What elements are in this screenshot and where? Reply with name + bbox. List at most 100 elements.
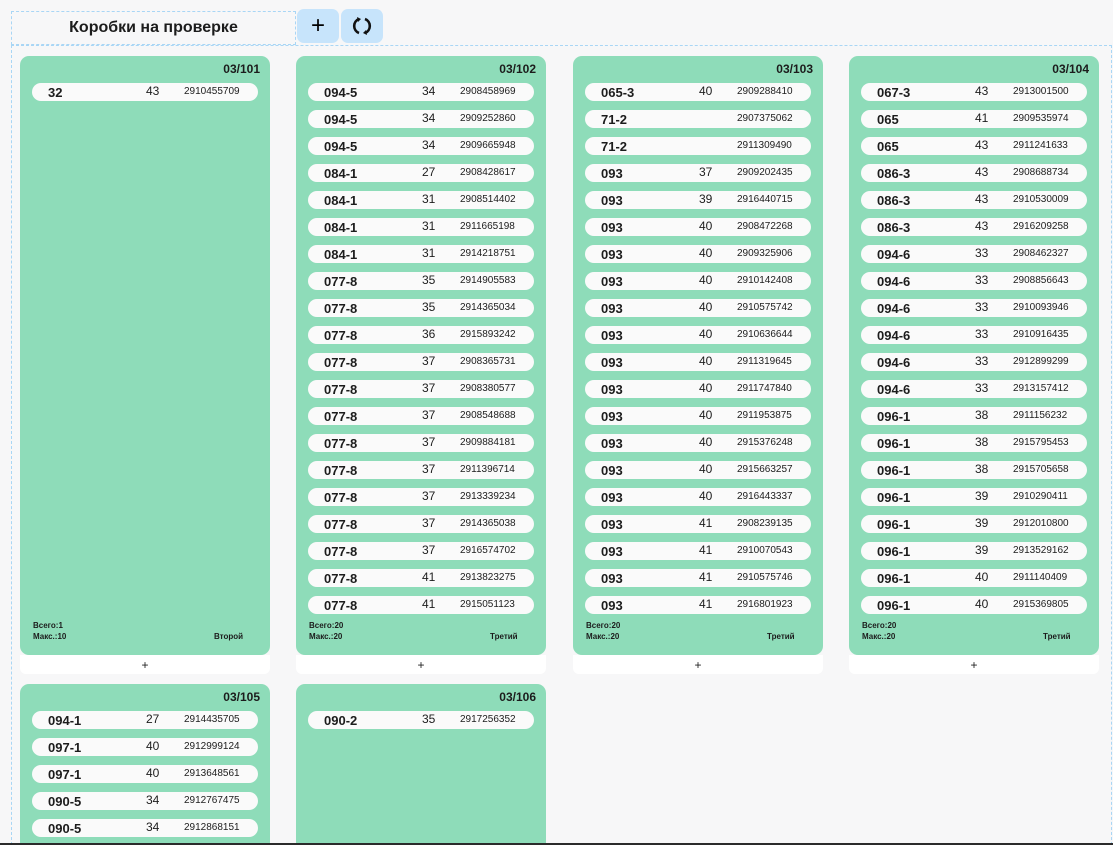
box-item[interactable]: 093 40 2910636644 (585, 326, 811, 344)
box-item[interactable]: 084-1 31 2911665198 (308, 218, 534, 236)
box-item[interactable]: 094-6 33 2908856643 (861, 272, 1087, 290)
item-article: 094-6 (877, 247, 911, 262)
box-item[interactable]: 077-8 37 2908365731 (308, 353, 534, 371)
item-barcode: 2910636644 (737, 329, 793, 340)
box-item[interactable]: 096-1 38 2915795453 (861, 434, 1087, 452)
box-item[interactable]: 084-1 31 2908514402 (308, 191, 534, 209)
box-item[interactable]: 086-3 43 2910530009 (861, 191, 1087, 209)
box-item[interactable]: 093 40 2915663257 (585, 461, 811, 479)
box-item[interactable]: 093 40 2910575742 (585, 299, 811, 317)
box-item[interactable]: 093 40 2911747840 (585, 380, 811, 398)
box-card: 03/103 065-3 40 2909288410 71-2 2907375062 71-… (573, 56, 823, 655)
box-item[interactable]: 096-1 39 2910290411 (861, 488, 1087, 506)
box-item[interactable]: 077-8 36 2915893242 (308, 326, 534, 344)
item-barcode: 2915663257 (737, 464, 793, 475)
item-size: 38 (975, 435, 989, 449)
box-item[interactable]: 090-2 35 2917256352 (308, 711, 534, 729)
box-item[interactable]: 71-2 2911309490 (585, 137, 811, 155)
box-item[interactable]: 077-8 35 2914905583 (308, 272, 534, 290)
box-item[interactable]: 065 43 2911241633 (861, 137, 1087, 155)
box-item[interactable]: 093 41 2910575746 (585, 569, 811, 587)
box-item[interactable]: 096-1 38 2911156232 (861, 407, 1087, 425)
box-item[interactable]: 086-3 43 2908688734 (861, 164, 1087, 182)
box-item[interactable]: 086-3 43 2916209258 (861, 218, 1087, 236)
box-item[interactable]: 077-8 37 2908548688 (308, 407, 534, 425)
box-item[interactable]: 096-1 40 2911140409 (861, 569, 1087, 587)
box-item[interactable]: 093 41 2910070543 (585, 542, 811, 560)
box-item[interactable]: 093 41 2916801923 (585, 596, 811, 614)
add-item-button[interactable]: + (573, 655, 823, 674)
box-stats: Всего:20 Макс.:20 (309, 620, 343, 642)
add-item-button[interactable]: + (20, 655, 270, 674)
box-item[interactable]: 077-8 41 2913823275 (308, 569, 534, 587)
box-item[interactable]: 093 40 2908472268 (585, 218, 811, 236)
box-item[interactable]: 093 40 2911953875 (585, 407, 811, 425)
add-box-button[interactable]: + (297, 9, 339, 43)
item-barcode: 2909535974 (1013, 113, 1069, 124)
box-item[interactable]: 077-8 37 2909884181 (308, 434, 534, 452)
box-item[interactable]: 094-6 33 2910916435 (861, 326, 1087, 344)
box-item[interactable]: 094-6 33 2910093946 (861, 299, 1087, 317)
box-item[interactable]: 32 43 2910455709 (32, 83, 258, 101)
item-barcode: 2916443337 (737, 491, 793, 502)
box-item[interactable]: 093 40 2910142408 (585, 272, 811, 290)
box-item[interactable]: 077-8 37 2913339234 (308, 488, 534, 506)
box-item[interactable]: 093 40 2911319645 (585, 353, 811, 371)
box-item[interactable]: 094-5 34 2908458969 (308, 83, 534, 101)
box-item[interactable]: 097-1 40 2912999124 (32, 738, 258, 756)
box-item[interactable]: 065 41 2909535974 (861, 110, 1087, 128)
item-barcode: 2916574702 (460, 545, 516, 556)
item-article: 077-8 (324, 274, 358, 289)
box-card: 03/105 094-1 27 2914435705 097-1 40 2912999124… (20, 684, 270, 845)
box-item[interactable]: 71-2 2907375062 (585, 110, 811, 128)
box-item[interactable]: 065-3 40 2909288410 (585, 83, 811, 101)
box-item[interactable]: 094-5 34 2909252860 (308, 110, 534, 128)
box-item[interactable]: 077-8 35 2914365034 (308, 299, 534, 317)
item-size: 40 (699, 246, 713, 260)
box-item[interactable]: 077-8 37 2908380577 (308, 380, 534, 398)
box-item[interactable]: 096-1 40 2915369805 (861, 596, 1087, 614)
box-item[interactable]: 093 37 2909202435 (585, 164, 811, 182)
item-size: 40 (146, 766, 160, 780)
item-barcode: 2908428617 (460, 167, 516, 178)
item-size: 40 (699, 273, 713, 287)
box-item[interactable]: 097-1 40 2913648561 (32, 765, 258, 783)
total-label: Всего: (309, 621, 335, 630)
box-item[interactable]: 077-8 37 2916574702 (308, 542, 534, 560)
max-label: Макс.: (33, 632, 58, 641)
box-item[interactable]: 084-1 27 2908428617 (308, 164, 534, 182)
box-item[interactable]: 094-6 33 2913157412 (861, 380, 1087, 398)
box-item[interactable]: 090-5 34 2912868151 (32, 819, 258, 837)
item-size: 34 (422, 84, 436, 98)
box-item[interactable]: 094-6 33 2908462327 (861, 245, 1087, 263)
item-size: 34 (146, 820, 160, 834)
item-size: 37 (422, 408, 436, 422)
refresh-button[interactable] (341, 9, 383, 43)
box-item[interactable]: 093 39 2916440715 (585, 191, 811, 209)
item-article: 096-1 (877, 517, 911, 532)
box-item[interactable]: 084-1 31 2914218751 (308, 245, 534, 263)
item-article: 094-6 (877, 274, 911, 289)
box-item[interactable]: 094-1 27 2914435705 (32, 711, 258, 729)
item-article: 077-8 (324, 409, 358, 424)
box-item[interactable]: 096-1 39 2913529162 (861, 542, 1087, 560)
box-item[interactable]: 096-1 38 2915705658 (861, 461, 1087, 479)
box-item[interactable]: 093 40 2916443337 (585, 488, 811, 506)
box-item[interactable]: 094-6 33 2912899299 (861, 353, 1087, 371)
box-item[interactable]: 093 40 2909325906 (585, 245, 811, 263)
item-size: 37 (422, 543, 436, 557)
box-item[interactable]: 077-8 41 2915051123 (308, 596, 534, 614)
box-item[interactable]: 077-8 37 2914365038 (308, 515, 534, 533)
box-item[interactable]: 090-5 34 2912767475 (32, 792, 258, 810)
add-item-button[interactable]: + (296, 655, 546, 674)
box-item[interactable]: 094-5 34 2909665948 (308, 137, 534, 155)
box-item[interactable]: 067-3 43 2913001500 (861, 83, 1087, 101)
add-item-button[interactable]: + (849, 655, 1099, 674)
box-item[interactable]: 096-1 39 2912010800 (861, 515, 1087, 533)
box-item[interactable]: 093 40 2915376248 (585, 434, 811, 452)
box-level: Третий (1043, 632, 1071, 641)
item-size: 40 (699, 435, 713, 449)
box-item[interactable]: 077-8 37 2911396714 (308, 461, 534, 479)
box-item[interactable]: 093 41 2908239135 (585, 515, 811, 533)
total-label: Всего: (33, 621, 59, 630)
